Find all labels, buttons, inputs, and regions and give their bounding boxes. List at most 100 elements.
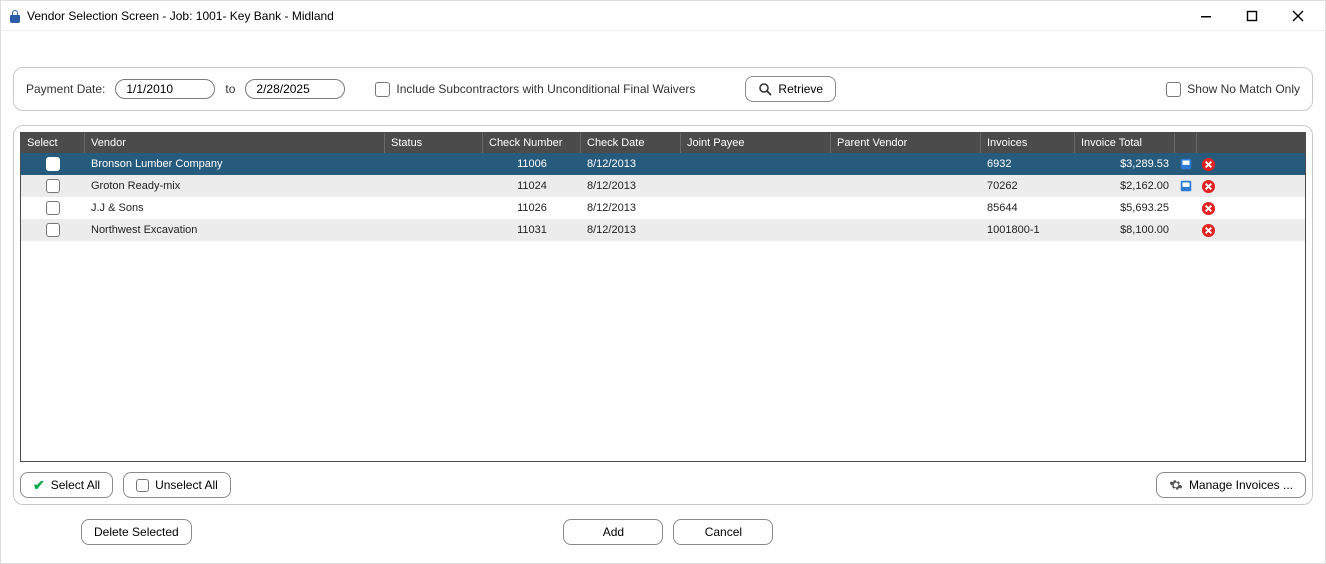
view-icon[interactable] (1179, 155, 1193, 173)
cell-status (385, 153, 483, 175)
window: Vendor Selection Screen - Job: 1001- Key… (0, 0, 1326, 564)
grid-panel: Select Vendor Status Check Number Check … (13, 125, 1313, 505)
vendor-grid: Select Vendor Status Check Number Check … (20, 132, 1306, 462)
delete-row-icon[interactable] (1201, 199, 1216, 217)
cancel-button[interactable]: Cancel (673, 519, 773, 545)
window-title: Vendor Selection Screen - Job: 1001- Key… (27, 9, 334, 23)
cell-parent-vendor (831, 153, 981, 175)
cell-parent-vendor (831, 219, 981, 241)
col-check-number[interactable]: Check Number (483, 133, 581, 153)
cell-invoices: 6932 (981, 153, 1075, 175)
cell-invoices: 1001800-1 (981, 219, 1075, 241)
cell-status (385, 175, 483, 197)
col-status[interactable]: Status (385, 133, 483, 153)
cell-invoice-total: $3,289.53 (1075, 153, 1175, 175)
search-icon (758, 82, 772, 96)
date-to-input[interactable] (245, 79, 345, 99)
cancel-label: Cancel (705, 525, 742, 539)
cell-invoice-total: $5,693.25 (1075, 197, 1175, 219)
add-button[interactable]: Add (563, 519, 663, 545)
delete-selected-button[interactable]: Delete Selected (81, 519, 192, 545)
col-invoices[interactable]: Invoices (981, 133, 1075, 153)
date-from-input[interactable] (115, 79, 215, 99)
col-action-2 (1197, 133, 1219, 153)
cell-invoices: 85644 (981, 197, 1075, 219)
cell-parent-vendor (831, 175, 981, 197)
window-controls (1183, 1, 1321, 31)
cell-status (385, 219, 483, 241)
col-parent-vendor[interactable]: Parent Vendor (831, 133, 981, 153)
delete-selected-label: Delete Selected (94, 525, 179, 539)
row-checkbox[interactable] (46, 223, 60, 237)
cell-check-date: 8/12/2013 (581, 197, 681, 219)
cell-check-number: 11006 (483, 153, 581, 175)
table-row[interactable]: J.J & Sons 110268/12/2013 85644$5,693.25 (21, 197, 1305, 219)
cell-invoices: 70262 (981, 175, 1075, 197)
select-all-button[interactable]: ✔ Select All (20, 472, 113, 498)
to-label: to (225, 82, 235, 96)
grid-header: Select Vendor Status Check Number Check … (21, 133, 1305, 153)
cell-vendor: Northwest Excavation (85, 219, 385, 241)
cell-check-number: 11024 (483, 175, 581, 197)
payment-date-label: Payment Date: (26, 82, 105, 96)
table-row[interactable]: Northwest Excavation 110318/12/2013 100180… (21, 219, 1305, 241)
cell-vendor: Groton Ready-mix (85, 175, 385, 197)
table-row[interactable]: Bronson Lumber Company 110068/12/2013 6932… (21, 153, 1305, 175)
cell-parent-vendor (831, 197, 981, 219)
cell-joint-payee (681, 219, 831, 241)
add-label: Add (603, 525, 624, 539)
retrieve-button[interactable]: Retrieve (745, 76, 836, 102)
col-joint-payee[interactable]: Joint Payee (681, 133, 831, 153)
col-action-1 (1175, 133, 1197, 153)
row-checkbox[interactable] (46, 201, 60, 215)
manage-invoices-label: Manage Invoices ... (1189, 478, 1293, 492)
col-check-date[interactable]: Check Date (581, 133, 681, 153)
grid-action-bar: ✔ Select All Unselect All Manage Invoice… (20, 472, 1306, 498)
cell-status (385, 197, 483, 219)
check-icon: ✔ (33, 477, 45, 494)
view-icon[interactable] (1179, 177, 1193, 195)
unselect-all-button[interactable]: Unselect All (123, 472, 231, 498)
cell-check-date: 8/12/2013 (581, 219, 681, 241)
col-select[interactable]: Select (21, 133, 85, 153)
empty-checkbox-icon (136, 479, 149, 492)
cell-vendor: J.J & Sons (85, 197, 385, 219)
titlebar: Vendor Selection Screen - Job: 1001- Key… (1, 1, 1325, 31)
delete-row-icon[interactable] (1201, 155, 1216, 173)
minimize-button[interactable] (1183, 1, 1229, 31)
table-row[interactable]: Groton Ready-mix 110248/12/2013 70262$2,16… (21, 175, 1305, 197)
bottom-bar: Delete Selected Add Cancel (13, 519, 1313, 551)
retrieve-label: Retrieve (778, 82, 823, 96)
gear-icon (1169, 478, 1183, 492)
col-invoice-total[interactable]: Invoice Total (1075, 133, 1175, 153)
cell-check-date: 8/12/2013 (581, 175, 681, 197)
show-no-match-checkbox[interactable] (1166, 82, 1181, 97)
col-vendor[interactable]: Vendor (85, 133, 385, 153)
close-button[interactable] (1275, 1, 1321, 31)
select-all-label: Select All (51, 478, 100, 492)
maximize-button[interactable] (1229, 1, 1275, 31)
row-checkbox[interactable] (46, 179, 60, 193)
manage-invoices-button[interactable]: Manage Invoices ... (1156, 472, 1306, 498)
cell-invoice-total: $2,162.00 (1075, 175, 1175, 197)
show-no-match-label: Show No Match Only (1187, 82, 1300, 96)
cell-check-number: 11031 (483, 219, 581, 241)
row-checkbox[interactable] (46, 157, 60, 171)
cell-check-number: 11026 (483, 197, 581, 219)
lock-icon (9, 9, 21, 23)
cell-joint-payee (681, 197, 831, 219)
cell-joint-payee (681, 153, 831, 175)
delete-row-icon[interactable] (1201, 221, 1216, 239)
grid-body: Bronson Lumber Company110068/12/20136932… (21, 153, 1305, 461)
unselect-all-label: Unselect All (155, 478, 218, 492)
cell-vendor: Bronson Lumber Company (85, 153, 385, 175)
cell-check-date: 8/12/2013 (581, 153, 681, 175)
cell-invoice-total: $8,100.00 (1075, 219, 1175, 241)
waivers-checkbox[interactable] (375, 82, 390, 97)
waivers-checkbox-row: Include Subcontractors with Unconditiona… (375, 82, 695, 97)
content: Payment Date: to Include Subcontractors … (1, 67, 1325, 563)
filter-panel: Payment Date: to Include Subcontractors … (13, 67, 1313, 111)
delete-row-icon[interactable] (1201, 177, 1216, 195)
cell-joint-payee (681, 175, 831, 197)
waivers-label: Include Subcontractors with Unconditiona… (396, 82, 695, 96)
